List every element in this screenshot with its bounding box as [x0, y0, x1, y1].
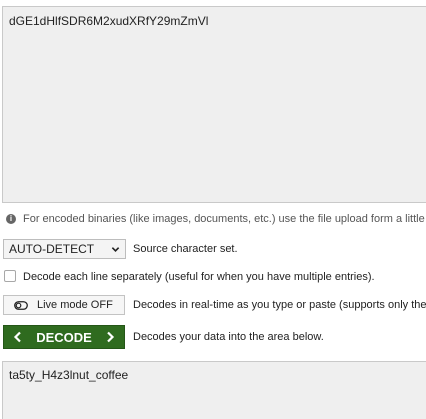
file-upload-hint: i For encoded binaries (like images, doc…: [6, 213, 426, 225]
live-mode-description: Decodes in real-time as you type or past…: [133, 299, 426, 311]
chevron-down-icon: [111, 246, 120, 252]
charset-label: Source character set.: [133, 243, 238, 255]
live-mode-button-label: Live mode OFF: [37, 299, 113, 311]
base64-decode-page: dGE1dHlfSDR6M2xudXRfY29mZmVl i For encod…: [0, 0, 426, 419]
chevron-left-icon: [13, 331, 21, 343]
file-upload-hint-text: For encoded binaries (like images, docum…: [23, 213, 426, 225]
decoded-output-textarea[interactable]: ta5ty_H4z3lnut_coffee: [2, 361, 426, 419]
charset-select[interactable]: AUTO-DETECT: [3, 239, 126, 259]
live-mode-button[interactable]: Live mode OFF: [3, 295, 125, 315]
decode-description: Decodes your data into the area below.: [133, 331, 324, 343]
decode-button-label: DECODE: [36, 329, 92, 345]
info-icon: i: [6, 214, 16, 224]
decode-each-line-label[interactable]: Decode each line separately (useful for …: [23, 271, 375, 283]
decode-button[interactable]: DECODE: [3, 325, 125, 349]
charset-selected-value: AUTO-DETECT: [9, 242, 95, 256]
encoded-input-textarea[interactable]: dGE1dHlfSDR6M2xudXRfY29mZmVl: [2, 6, 426, 203]
chevron-right-icon: [107, 331, 115, 343]
toggle-off-icon: [14, 300, 28, 310]
decode-each-line-checkbox[interactable]: [4, 270, 16, 282]
